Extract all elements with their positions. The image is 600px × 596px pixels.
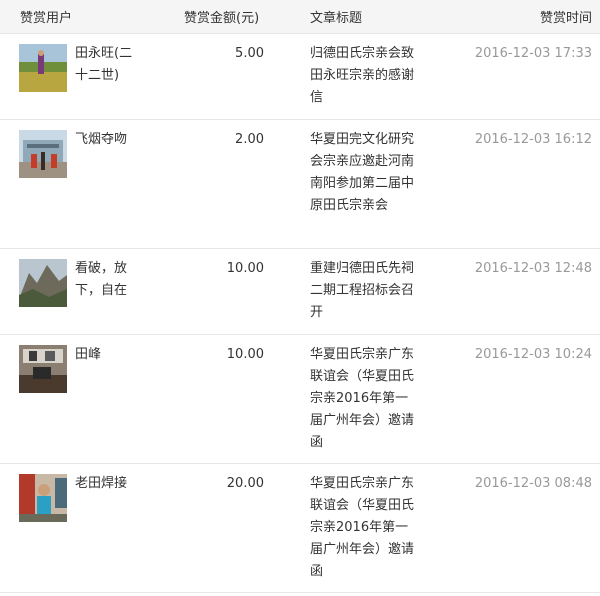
article-title[interactable]: 重建归德田氏先祠二期工程招标会召开 [310, 258, 414, 324]
article-title[interactable]: 华夏田氏宗亲广东联谊会（华夏田氏宗亲2016年第一届广州年会）邀请函 [310, 344, 414, 454]
reward-time: 2016-12-03 16:12 [474, 132, 592, 147]
user-name[interactable]: 田永旺(二十二世) [75, 43, 145, 87]
reward-time: 2016-12-03 17:33 [474, 46, 592, 61]
article-title[interactable]: 华夏田氏宗亲广东联谊会（华夏田氏宗亲2016年第一届广州年会）邀请函 [310, 473, 414, 583]
reward-amount: 10.00 [226, 347, 264, 362]
article-title[interactable]: 归德田氏宗亲会致田永旺宗亲的感谢信 [310, 43, 414, 109]
header-title: 文章标题 [310, 11, 363, 26]
article-title[interactable]: 华夏田完文化研究会宗亲应邀赴河南南阳参加第二届中原田氏宗亲会 [310, 129, 414, 217]
reward-amount: 5.00 [235, 46, 264, 61]
table-row: 田永旺(二十二世) 5.00 归德田氏宗亲会致田永旺宗亲的感谢信 2016-12… [0, 34, 600, 120]
person-avatar-icon[interactable] [19, 474, 67, 522]
user-name[interactable]: 老田焊接 [75, 473, 145, 495]
table-row: 老田焊接 20.00 华夏田氏宗亲广东联谊会（华夏田氏宗亲2016年第一届广州年… [0, 464, 600, 593]
table-row: 田峰 10.00 华夏田氏宗亲广东联谊会（华夏田氏宗亲2016年第一届广州年会）… [0, 335, 600, 464]
user-name[interactable]: 田峰 [75, 344, 145, 366]
user-name[interactable]: 飞烟夺吻 [75, 129, 145, 151]
table-header: 赞赏用户 赞赏金额(元) 文章标题 赞赏时间 [0, 0, 600, 34]
building-avatar-icon[interactable] [19, 130, 67, 178]
reward-table: 赞赏用户 赞赏金额(元) 文章标题 赞赏时间 田永旺(二十二世) 5.00 归德… [0, 0, 600, 593]
header-time: 赞赏时间 [539, 11, 592, 26]
table-row: 看破，放下，自在 10.00 重建归德田氏先祠二期工程招标会召开 2016-12… [0, 249, 600, 335]
mountain-avatar-icon[interactable] [19, 259, 67, 307]
user-name[interactable]: 看破，放下，自在 [75, 258, 145, 302]
office-avatar-icon[interactable] [19, 345, 67, 393]
reward-amount: 20.00 [226, 476, 264, 491]
reward-amount: 10.00 [226, 261, 264, 276]
reward-time: 2016-12-03 12:48 [474, 261, 592, 276]
header-amount: 赞赏金额(元) [184, 11, 260, 26]
reward-time: 2016-12-03 10:24 [474, 347, 592, 362]
reward-amount: 2.00 [235, 132, 264, 147]
header-user: 赞赏用户 [20, 11, 73, 26]
reward-time: 2016-12-03 08:48 [474, 476, 592, 491]
field-avatar-icon[interactable] [19, 44, 67, 92]
table-row: 飞烟夺吻 2.00 华夏田完文化研究会宗亲应邀赴河南南阳参加第二届中原田氏宗亲会… [0, 120, 600, 249]
